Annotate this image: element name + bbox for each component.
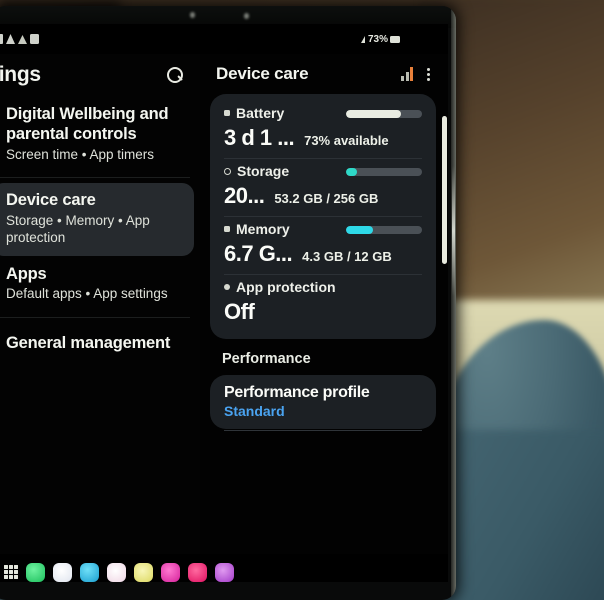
sim-icon	[0, 34, 3, 44]
camera-icon[interactable]	[80, 562, 99, 582]
sidebar-item-subtitle: Default apps • App settings	[6, 286, 168, 302]
phone-screen: 73% ettings Digital Wellbeing and parent…	[0, 24, 448, 582]
sidebar-item-general-management[interactable]: General management	[0, 326, 194, 362]
memory-progress-fill	[346, 226, 374, 234]
battery-label: Battery	[236, 105, 285, 121]
battery-row[interactable]: Battery 3 d 1 ... 73% available	[210, 100, 436, 159]
storage-progress-bar	[346, 168, 422, 176]
memory-row[interactable]: Memory 6.7 G... 4.3 GB / 12 GB	[210, 216, 436, 275]
sidebar-item-subtitle: Storage • Memory • App protection	[6, 212, 150, 246]
sidebar-item-label: General management	[6, 334, 171, 352]
app-grid-icon[interactable]	[4, 565, 18, 579]
page-title: ettings	[0, 63, 41, 86]
sidebar-item-apps[interactable]: Apps Default apps • App settings	[0, 257, 194, 312]
music-icon[interactable]	[161, 562, 180, 582]
performance-profile-title: Performance profile	[224, 384, 370, 401]
battery-icon	[390, 36, 400, 43]
device-care-title: Device care	[216, 64, 309, 83]
memory-bullet-icon	[224, 226, 230, 232]
device-care-card: Battery 3 d 1 ... 73% available Storage …	[210, 94, 436, 339]
performance-section-header: Performance	[222, 351, 311, 367]
sd-icon	[30, 34, 39, 44]
memory-detail: 4.3 GB / 12 GB	[302, 249, 392, 264]
battery-bullet-icon	[224, 110, 230, 116]
settings-pane: ettings Digital Wellbeing and parental c…	[0, 54, 200, 554]
battery-percent-label: 73%	[367, 34, 388, 45]
status-bar: 73%	[0, 32, 448, 52]
app-protection-bullet-icon	[224, 284, 230, 290]
sidebar-item-label: Apps	[6, 265, 47, 283]
device-care-pane: Device care Battery 3 d 1 ... 73% availa…	[200, 54, 448, 554]
settings-header: ettings	[0, 54, 200, 96]
sidebar-item-digital-wellbeing[interactable]: Digital Wellbeing and parental controls …	[0, 97, 194, 172]
settings-list: Digital Wellbeing and parental controls …	[0, 97, 200, 362]
row-divider	[224, 430, 422, 431]
memory-value: 6.7 G...	[224, 241, 293, 266]
status-bar-right: 73%	[360, 34, 400, 45]
storage-progress-fill	[346, 168, 357, 176]
sidebar-item-label: Digital Wellbeing and parental controls	[6, 105, 169, 144]
wifi-icon	[6, 34, 15, 44]
storage-values: 20... 53.2 GB / 256 GB	[224, 183, 422, 209]
foldable-phone-device: 73% ettings Digital Wellbeing and parent…	[0, 6, 456, 600]
status-bar-left-icons	[0, 34, 39, 44]
list-divider	[0, 177, 190, 179]
app-protection-values: Off	[224, 299, 422, 325]
triangle-signal-icon	[360, 36, 365, 43]
memory-label: Memory	[236, 221, 290, 237]
app-protection-row[interactable]: App protection Off	[210, 274, 436, 335]
youtube-icon[interactable]	[188, 562, 207, 582]
storage-row[interactable]: Storage 20... 53.2 GB / 256 GB	[210, 158, 436, 217]
search-icon[interactable]	[167, 66, 184, 84]
app-protection-label-group: App protection	[224, 279, 422, 295]
signal-icon	[18, 35, 27, 44]
storage-value: 20...	[224, 183, 265, 208]
battery-detail: 73% available	[304, 133, 389, 148]
battery-progress-fill	[346, 110, 402, 118]
sidebar-item-label: Device care	[6, 191, 96, 210]
messages-icon[interactable]	[53, 562, 72, 582]
performance-profile-card[interactable]: Performance profile Standard	[210, 375, 436, 431]
battery-progress-bar	[346, 110, 422, 118]
memory-progress-bar	[346, 226, 422, 234]
battery-value: 3 d 1 ...	[224, 125, 295, 150]
notes-icon[interactable]	[134, 562, 153, 582]
performance-profile-value: Standard	[224, 403, 285, 419]
split-pane-container: ettings Digital Wellbeing and parental c…	[0, 54, 448, 554]
battery-values: 3 d 1 ... 73% available	[224, 125, 422, 151]
memory-values: 6.7 G... 4.3 GB / 12 GB	[224, 241, 422, 267]
storage-detail: 53.2 GB / 256 GB	[274, 191, 379, 206]
instagram-icon[interactable]	[215, 562, 234, 582]
app-protection-value: Off	[224, 299, 255, 324]
vertical-scrollbar[interactable]	[442, 116, 447, 264]
list-divider	[0, 317, 190, 318]
sidebar-item-subtitle: Screen time • App timers	[6, 146, 155, 162]
storage-label: Storage	[237, 163, 290, 179]
hinge-glint-right	[244, 13, 249, 19]
device-right-edge	[451, 6, 456, 600]
phone-icon[interactable]	[26, 562, 45, 582]
sidebar-item-device-care[interactable]: Device care Storage • Memory • App prote…	[0, 183, 194, 256]
hinge-glint-left	[190, 12, 195, 18]
gallery-icon[interactable]	[107, 562, 126, 582]
dock-bar	[0, 560, 448, 582]
device-edge-highlight	[452, 166, 455, 296]
device-care-header: Device care	[206, 54, 448, 94]
storage-bullet-icon	[224, 167, 231, 175]
bar-chart-icon[interactable]	[401, 67, 413, 81]
app-protection-label: App protection	[236, 279, 336, 295]
kebab-menu-icon[interactable]	[427, 67, 430, 81]
